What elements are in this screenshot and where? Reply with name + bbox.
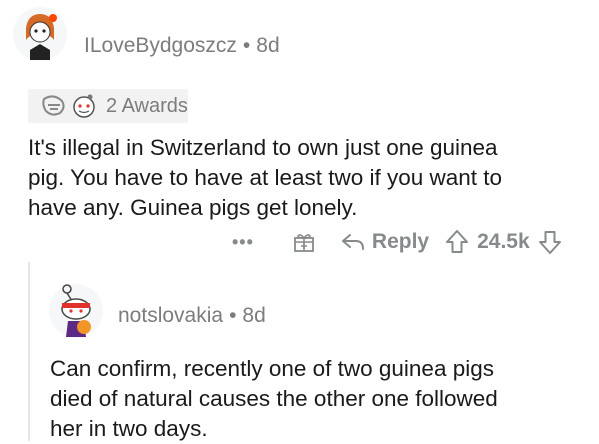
award-icon <box>73 94 95 118</box>
comment-username-row: ILoveBydgoszcz • 8d <box>84 34 280 58</box>
gift-icon[interactable] <box>292 230 316 254</box>
upvote-icon[interactable] <box>445 229 469 255</box>
more-icon[interactable]: ••• <box>232 232 254 253</box>
meta-separator: • <box>229 304 237 327</box>
comment-body: It's illegal in Switzerland to own just … <box>28 135 503 220</box>
downvote-icon[interactable] <box>538 229 562 255</box>
reply-age: 8d <box>242 304 266 327</box>
comment-username[interactable]: ILoveBydgoszcz <box>84 34 237 57</box>
award-icon <box>42 95 65 116</box>
reply-button[interactable]: Reply <box>372 230 429 254</box>
comment-age: 8d <box>256 34 280 57</box>
reply-body: Can confirm, recently one of two guinea … <box>50 356 498 441</box>
awards-badge[interactable]: 2 Awards <box>28 89 188 123</box>
reply-username-row: notslovakia • 8d <box>118 304 266 328</box>
awards-label: 2 Awards <box>106 94 188 117</box>
thread-line[interactable] <box>28 262 30 441</box>
vote-score: 24.5k <box>477 230 530 253</box>
reply-icon[interactable] <box>340 230 366 254</box>
meta-separator: • <box>242 34 251 57</box>
reply-username[interactable]: notslovakia <box>118 304 223 327</box>
avatar[interactable] <box>48 283 104 339</box>
avatar[interactable] <box>12 6 68 62</box>
comment-action-bar: ••• Reply 24.5k <box>232 226 562 258</box>
